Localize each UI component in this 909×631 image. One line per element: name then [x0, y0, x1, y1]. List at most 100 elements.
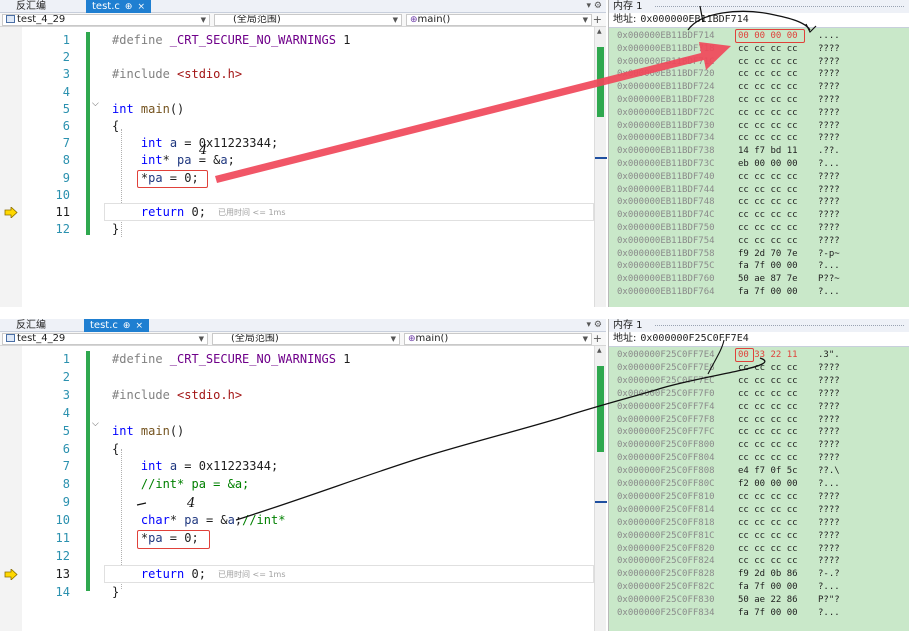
memory-row[interactable]: 0x000000F25C0FF808 e4 f7 0f 5c ??.\ [609, 465, 909, 477]
code-line[interactable]: 7 int a = 0x11223344; [0, 457, 594, 475]
scroll-up-icon[interactable]: ▲ [597, 347, 602, 354]
code-line[interactable]: 3 #include <stdio.h> [0, 386, 594, 404]
code-line[interactable]: 5 int main() [0, 422, 594, 440]
memory-row[interactable]: 0x000000EB11BDF750 cc cc cc cc???? [609, 222, 909, 234]
code-line[interactable]: 11 return 0; 已用时间 <= 1ms [0, 203, 594, 221]
code-line[interactable]: 7 int a = 0x11223344; [0, 134, 594, 152]
code-line[interactable]: 4 [0, 404, 594, 422]
memory-row[interactable]: 0x000000EB11BDF740 cc cc cc cc???? [609, 171, 909, 183]
memory-row[interactable]: 0x000000EB11BDF74C cc cc cc cc???? [609, 209, 909, 221]
memory-row[interactable]: 0x000000EB11BDF75C fa 7f 00 00?... [609, 260, 909, 272]
code-line[interactable]: 11 *pa = 0; [0, 529, 594, 547]
memory-row[interactable]: 0x000000F25C0FF810 cc cc cc cc???? [609, 491, 909, 503]
editor-scrollbar[interactable]: ▲ [594, 27, 607, 307]
code-line[interactable]: 12} [0, 220, 594, 238]
scrollbar-thumb[interactable] [597, 366, 604, 452]
code-line[interactable]: 8 //int* pa = &a; [0, 475, 594, 493]
code-line[interactable]: 10 char* pa = &a;//int* [0, 511, 594, 529]
code-line[interactable]: 12 [0, 547, 594, 565]
memory-row[interactable]: 0x000000F25C0FF834 fa 7f 00 00?... [609, 607, 909, 619]
memory-row[interactable]: 0x000000F25C0FF7E4 00 33 22 11.3". [609, 349, 909, 361]
memory-row[interactable]: 0x000000F25C0FF80C f2 00 00 00?... [609, 478, 909, 490]
split-icon[interactable]: + [593, 332, 602, 345]
code-line[interactable]: 1 #define _CRT_SECURE_NO_WARNINGS 1 [0, 350, 594, 368]
code-line[interactable]: 5 int main() [0, 100, 594, 118]
code-line[interactable]: 10 [0, 186, 594, 204]
scroll-up-icon[interactable]: ▲ [597, 28, 602, 35]
memory-row[interactable]: 0x000000F25C0FF804 cc cc cc cc???? [609, 452, 909, 464]
memory-row[interactable]: 0x000000EB11BDF724 cc cc cc cc???? [609, 81, 909, 93]
tab-overflow-icon[interactable]: ▾ ⚙ [587, 0, 602, 13]
code-line[interactable]: 6{ [0, 117, 594, 135]
code-editor[interactable]: ⌵ ▲ 1 #define _CRT_SECURE_NO_WARNINGS 123… [0, 27, 607, 307]
memory-row[interactable]: 0x000000EB11BDF71C cc cc cc cc???? [609, 56, 909, 68]
function-dropdown[interactable]: ⊕main() ▼ [404, 333, 592, 345]
scope-dropdown[interactable]: (全局范围) ▼ [214, 14, 402, 26]
code-line[interactable]: 4 [0, 83, 594, 101]
code-editor[interactable]: ⌵ ▲ 1 #define _CRT_SECURE_NO_WARNINGS 123… [0, 346, 607, 631]
tab-test-c[interactable]: test.c ⊕ × [84, 319, 149, 332]
memory-row[interactable]: 0x000000F25C0FF828 f9 2d 0b 86 ?-.? [609, 568, 909, 580]
code-line[interactable]: 2 [0, 368, 594, 386]
code-line[interactable]: 1 #define _CRT_SECURE_NO_WARNINGS 1 [0, 31, 594, 49]
memory-bytes: cc cc cc cc [738, 517, 798, 528]
code-text: #include <stdio.h> [112, 65, 242, 83]
code-line[interactable]: 9 *pa = 0; [0, 169, 594, 187]
memory-row[interactable]: 0x000000EB11BDF720 cc cc cc cc???? [609, 68, 909, 80]
memory-row[interactable]: 0x000000EB11BDF744 cc cc cc cc???? [609, 184, 909, 196]
memory-row[interactable]: 0x000000EB11BDF730 cc cc cc cc???? [609, 120, 909, 132]
code-line[interactable]: 14} [0, 583, 594, 601]
memory-row[interactable]: 0x000000F25C0FF814 cc cc cc cc???? [609, 504, 909, 516]
memory-row[interactable]: 0x000000EB11BDF760 50 ae 87 7e P??~ [609, 273, 909, 285]
memory-row[interactable]: 0x000000EB11BDF764 fa 7f 00 00?... [609, 286, 909, 298]
function-dropdown[interactable]: ⊕main() ▼ [406, 14, 592, 26]
code-line[interactable]: 6{ [0, 440, 594, 458]
tab-disassembly[interactable]: 反汇编 [10, 0, 52, 13]
memory-row[interactable]: 0x000000F25C0FF818 cc cc cc cc???? [609, 517, 909, 529]
memory-row[interactable]: 0x000000EB11BDF718 cc cc cc cc???? [609, 43, 909, 55]
memory-row[interactable]: 0x000000F25C0FF7F8 cc cc cc cc???? [609, 414, 909, 426]
memory-row[interactable]: 0x000000F25C0FF7E8 cc cc cc cc???? [609, 362, 909, 374]
memory-row[interactable]: 0x000000EB11BDF734 cc cc cc cc???? [609, 132, 909, 144]
memory-row[interactable]: 0x000000F25C0FF82C fa 7f 00 00?... [609, 581, 909, 593]
memory-row[interactable]: 0x000000EB11BDF738 14 f7 bd 11.??. [609, 145, 909, 157]
address-input[interactable]: 0x000000EB11BDF714 [640, 14, 748, 25]
close-icon[interactable]: × [137, 2, 145, 12]
pin-icon[interactable]: ⊕ [123, 321, 131, 331]
address-input[interactable]: 0x000000F25C0FF7E4 [640, 333, 748, 344]
memory-address: 0x000000EB11BDF748 [617, 197, 715, 208]
memory-row[interactable]: 0x000000EB11BDF758 f9 2d 70 7e ?-p~ [609, 248, 909, 260]
tab-disassembly[interactable]: 反汇编 [10, 319, 52, 332]
tab-test-c[interactable]: test.c ⊕ × [86, 0, 151, 13]
split-icon[interactable]: + [593, 13, 602, 26]
code-line[interactable]: 9 [0, 493, 594, 511]
memory-row[interactable]: 0x000000F25C0FF800 cc cc cc cc???? [609, 439, 909, 451]
memory-row[interactable]: 0x000000F25C0FF824 cc cc cc cc???? [609, 555, 909, 567]
code-line[interactable]: 3 #include <stdio.h> [0, 65, 594, 83]
code-line[interactable]: 13 return 0; 已用时间 <= 1ms [0, 565, 594, 583]
memory-row[interactable]: 0x000000F25C0FF7F0 cc cc cc cc???? [609, 388, 909, 400]
code-line[interactable]: 2 [0, 48, 594, 66]
code-line[interactable]: 8 int* pa = &a; [0, 151, 594, 169]
editor-scrollbar[interactable]: ▲ [594, 346, 607, 631]
project-dropdown[interactable]: test_4_29 ▼ [2, 14, 210, 26]
memory-row[interactable]: 0x000000EB11BDF73C eb 00 00 00?... [609, 158, 909, 170]
tab-overflow-icon[interactable]: ▾ ⚙ [587, 319, 602, 332]
memory-chars: ???? [818, 388, 840, 399]
memory-row[interactable]: 0x000000F25C0FF81C cc cc cc cc???? [609, 530, 909, 542]
memory-row[interactable]: 0x000000F25C0FF820 cc cc cc cc???? [609, 543, 909, 555]
memory-row[interactable]: 0x000000F25C0FF7F4 cc cc cc cc???? [609, 401, 909, 413]
project-dropdown[interactable]: test_4_29 ▼ [2, 333, 208, 345]
scrollbar-thumb[interactable] [597, 47, 604, 117]
memory-row[interactable]: 0x000000F25C0FF7EC cc cc cc cc???? [609, 375, 909, 387]
close-icon[interactable]: × [135, 321, 143, 331]
memory-row[interactable]: 0x000000EB11BDF72C cc cc cc cc???? [609, 107, 909, 119]
memory-row[interactable]: 0x000000EB11BDF728 cc cc cc cc???? [609, 94, 909, 106]
scope-dropdown[interactable]: (全局范围) ▼ [212, 333, 400, 345]
memory-address: 0x000000EB11BDF754 [617, 235, 715, 246]
memory-row[interactable]: 0x000000EB11BDF748 cc cc cc cc???? [609, 196, 909, 208]
pin-icon[interactable]: ⊕ [125, 2, 133, 12]
memory-row[interactable]: 0x000000F25C0FF7FC cc cc cc cc???? [609, 426, 909, 438]
memory-row[interactable]: 0x000000EB11BDF754 cc cc cc cc???? [609, 235, 909, 247]
memory-row[interactable]: 0x000000F25C0FF830 50 ae 22 86 P?"? [609, 594, 909, 606]
